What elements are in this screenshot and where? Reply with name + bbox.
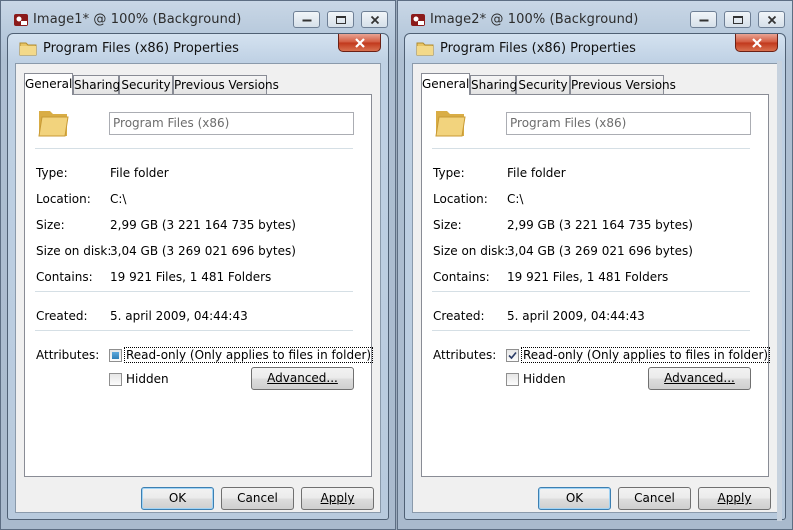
folder-name-field[interactable]: Program Files (x86) [109,112,354,135]
size-value: 2,99 GB (3 221 164 735 bytes) [110,218,296,232]
attributes-label: Attributes: [433,348,497,362]
type-value: File folder [110,166,169,180]
dialog-title: Program Files (x86) Properties [440,41,636,56]
maximize-button[interactable] [724,11,751,28]
readonly-checkbox[interactable] [109,349,122,362]
size-label: Size: [433,218,462,232]
tab-general[interactable]: General [24,73,73,95]
dialog-close-button[interactable] [735,34,778,52]
outer-titlebar[interactable]: Image2* @ 100% (Background) [398,1,792,35]
hidden-label[interactable]: Hidden [126,372,169,386]
contains-label: Contains: [433,270,490,284]
cancel-button[interactable]: Cancel [221,487,294,510]
type-value: File folder [507,166,566,180]
close-icon [767,15,776,24]
minimize-button[interactable] [690,11,717,28]
ok-button[interactable]: OK [538,487,611,510]
readonly-label[interactable]: Read-only (Only applies to files in fold… [521,347,771,363]
advanced-button[interactable]: Advanced... [251,367,354,390]
minimize-icon [699,19,708,21]
dialog-client-area: General Sharing Security Previous Versio… [412,63,778,513]
minimize-button[interactable] [293,11,320,28]
folder-icon [36,106,70,140]
dialog-client-area: General Sharing Security Previous Versio… [15,63,381,513]
advanced-button[interactable]: Advanced... [648,367,751,390]
type-label: Type: [433,166,465,180]
folder-name-field[interactable]: Program Files (x86) [506,112,751,135]
type-label: Type: [36,166,68,180]
properties-dialog: Program Files (x86) Properties General S… [7,33,389,520]
close-icon [354,37,365,48]
tab-sharing[interactable]: Sharing [73,75,120,94]
location-value: C:\ [110,192,127,206]
tab-previous-versions[interactable]: Previous Versions [173,75,279,94]
location-value: C:\ [507,192,524,206]
size-on-disk-label: Size on disk: [433,244,509,258]
dialog-close-button[interactable] [338,34,381,52]
separator [35,148,353,149]
general-tab-panel: Program Files (x86) Type: File folder Lo… [421,94,771,477]
image2-window: Image2* @ 100% (Background) Program File… [397,0,793,530]
location-label: Location: [433,192,488,206]
window-close-button[interactable] [361,11,388,28]
maximize-icon [335,15,346,24]
outer-window-title: Image2* @ 100% (Background) [430,12,639,27]
readonly-checkbox[interactable] [506,349,519,362]
tab-security[interactable]: Security [119,75,173,94]
folder-icon [19,40,37,56]
separator [35,291,353,292]
contains-value: 19 921 Files, 1 481 Folders [507,270,669,284]
tab-security[interactable]: Security [516,75,570,94]
tab-sharing[interactable]: Sharing [470,75,517,94]
size-on-disk-label: Size on disk: [36,244,112,258]
hidden-checkbox[interactable] [506,373,519,386]
maximize-button[interactable] [327,11,354,28]
created-label: Created: [36,309,88,323]
separator [35,330,353,331]
outer-window-title: Image1* @ 100% (Background) [33,12,242,27]
tab-previous-versions[interactable]: Previous Versions [570,75,676,94]
contains-value: 19 921 Files, 1 481 Folders [110,270,272,284]
close-icon [370,15,379,24]
window-close-button[interactable] [758,11,785,28]
dialog-title: Program Files (x86) Properties [43,41,239,56]
apply-button[interactable]: Apply [698,487,771,510]
general-tab-panel: Program Files (x86) Type: File folder Lo… [24,94,374,477]
hidden-checkbox[interactable] [109,373,122,386]
folder-icon [416,40,434,56]
checkmark-icon [508,351,517,360]
contains-label: Contains: [36,270,93,284]
separator [432,330,750,331]
close-icon [751,37,762,48]
size-on-disk-value: 3,04 GB (3 269 021 696 bytes) [507,244,693,258]
size-on-disk-value: 3,04 GB (3 269 021 696 bytes) [110,244,296,258]
image-app-icon [13,12,29,28]
folder-icon [433,106,467,140]
minimize-icon [302,19,311,21]
scrollbar[interactable] [777,61,782,521]
outer-titlebar[interactable]: Image1* @ 100% (Background) [1,1,395,35]
created-value: 5. april 2009, 04:44:43 [507,309,645,323]
attributes-label: Attributes: [36,348,100,362]
size-label: Size: [36,218,65,232]
tab-general[interactable]: General [421,73,470,95]
properties-dialog: Program Files (x86) Properties General S… [404,33,786,520]
maximize-icon [732,15,743,24]
apply-button[interactable]: Apply [301,487,374,510]
indeterminate-mark [112,352,119,359]
size-value: 2,99 GB (3 221 164 735 bytes) [507,218,693,232]
ok-button[interactable]: OK [141,487,214,510]
readonly-label[interactable]: Read-only (Only applies to files in fold… [124,347,374,363]
created-label: Created: [433,309,485,323]
created-value: 5. april 2009, 04:44:43 [110,309,248,323]
separator [432,291,750,292]
separator [432,148,750,149]
location-label: Location: [36,192,91,206]
image1-window: Image1* @ 100% (Background) Program File… [0,0,396,530]
image-app-icon [410,12,426,28]
cancel-button[interactable]: Cancel [618,487,691,510]
hidden-label[interactable]: Hidden [523,372,566,386]
